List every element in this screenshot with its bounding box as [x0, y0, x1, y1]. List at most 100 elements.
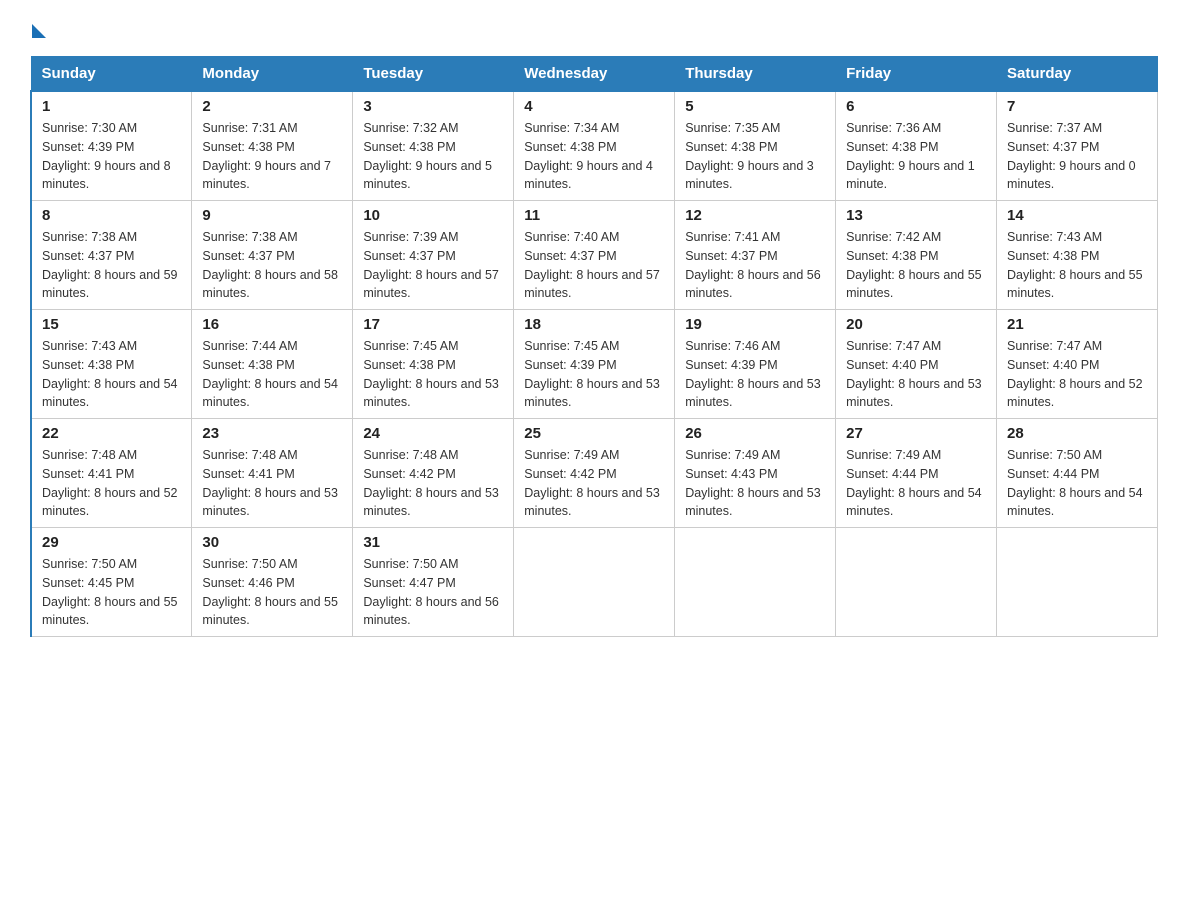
- day-number: 4: [524, 98, 664, 115]
- calendar-cell: 13 Sunrise: 7:42 AMSunset: 4:38 PMDaylig…: [836, 201, 997, 310]
- day-number: 1: [42, 98, 181, 115]
- day-number: 15: [42, 316, 181, 333]
- day-info: Sunrise: 7:48 AMSunset: 4:42 PMDaylight:…: [363, 448, 499, 518]
- calendar-cell: 20 Sunrise: 7:47 AMSunset: 4:40 PMDaylig…: [836, 310, 997, 419]
- calendar-cell: 12 Sunrise: 7:41 AMSunset: 4:37 PMDaylig…: [675, 201, 836, 310]
- day-info: Sunrise: 7:43 AMSunset: 4:38 PMDaylight:…: [1007, 230, 1143, 300]
- calendar-cell: 22 Sunrise: 7:48 AMSunset: 4:41 PMDaylig…: [31, 419, 192, 528]
- calendar-cell: 21 Sunrise: 7:47 AMSunset: 4:40 PMDaylig…: [997, 310, 1158, 419]
- day-number: 10: [363, 207, 503, 224]
- logo: [30, 20, 46, 38]
- calendar-cell: 26 Sunrise: 7:49 AMSunset: 4:43 PMDaylig…: [675, 419, 836, 528]
- calendar-cell: 11 Sunrise: 7:40 AMSunset: 4:37 PMDaylig…: [514, 201, 675, 310]
- day-info: Sunrise: 7:43 AMSunset: 4:38 PMDaylight:…: [42, 339, 178, 409]
- calendar-table: SundayMondayTuesdayWednesdayThursdayFrid…: [30, 56, 1158, 637]
- day-number: 14: [1007, 207, 1147, 224]
- calendar-cell: 2 Sunrise: 7:31 AMSunset: 4:38 PMDayligh…: [192, 91, 353, 201]
- day-number: 8: [42, 207, 181, 224]
- day-info: Sunrise: 7:38 AMSunset: 4:37 PMDaylight:…: [202, 230, 338, 300]
- day-info: Sunrise: 7:35 AMSunset: 4:38 PMDaylight:…: [685, 121, 814, 191]
- day-number: 7: [1007, 98, 1147, 115]
- day-number: 9: [202, 207, 342, 224]
- day-number: 26: [685, 425, 825, 442]
- day-number: 21: [1007, 316, 1147, 333]
- day-info: Sunrise: 7:45 AMSunset: 4:38 PMDaylight:…: [363, 339, 499, 409]
- day-number: 13: [846, 207, 986, 224]
- day-info: Sunrise: 7:37 AMSunset: 4:37 PMDaylight:…: [1007, 121, 1136, 191]
- day-info: Sunrise: 7:39 AMSunset: 4:37 PMDaylight:…: [363, 230, 499, 300]
- header-friday: Friday: [836, 57, 997, 92]
- day-number: 28: [1007, 425, 1147, 442]
- calendar-cell: 18 Sunrise: 7:45 AMSunset: 4:39 PMDaylig…: [514, 310, 675, 419]
- day-number: 6: [846, 98, 986, 115]
- day-number: 29: [42, 534, 181, 551]
- day-number: 22: [42, 425, 181, 442]
- header-thursday: Thursday: [675, 57, 836, 92]
- page-header: [30, 20, 1158, 38]
- day-number: 24: [363, 425, 503, 442]
- calendar-cell: [836, 528, 997, 637]
- logo-arrow-icon: [32, 24, 46, 38]
- calendar-cell: 19 Sunrise: 7:46 AMSunset: 4:39 PMDaylig…: [675, 310, 836, 419]
- day-info: Sunrise: 7:40 AMSunset: 4:37 PMDaylight:…: [524, 230, 660, 300]
- calendar-cell: 29 Sunrise: 7:50 AMSunset: 4:45 PMDaylig…: [31, 528, 192, 637]
- day-info: Sunrise: 7:45 AMSunset: 4:39 PMDaylight:…: [524, 339, 660, 409]
- day-info: Sunrise: 7:47 AMSunset: 4:40 PMDaylight:…: [846, 339, 982, 409]
- calendar-cell: 3 Sunrise: 7:32 AMSunset: 4:38 PMDayligh…: [353, 91, 514, 201]
- day-info: Sunrise: 7:49 AMSunset: 4:42 PMDaylight:…: [524, 448, 660, 518]
- calendar-cell: 7 Sunrise: 7:37 AMSunset: 4:37 PMDayligh…: [997, 91, 1158, 201]
- day-info: Sunrise: 7:50 AMSunset: 4:44 PMDaylight:…: [1007, 448, 1143, 518]
- calendar-week-1: 1 Sunrise: 7:30 AMSunset: 4:39 PMDayligh…: [31, 91, 1158, 201]
- day-info: Sunrise: 7:48 AMSunset: 4:41 PMDaylight:…: [42, 448, 178, 518]
- day-info: Sunrise: 7:42 AMSunset: 4:38 PMDaylight:…: [846, 230, 982, 300]
- day-number: 17: [363, 316, 503, 333]
- day-number: 30: [202, 534, 342, 551]
- day-number: 18: [524, 316, 664, 333]
- day-info: Sunrise: 7:48 AMSunset: 4:41 PMDaylight:…: [202, 448, 338, 518]
- calendar-cell: 14 Sunrise: 7:43 AMSunset: 4:38 PMDaylig…: [997, 201, 1158, 310]
- day-number: 12: [685, 207, 825, 224]
- day-info: Sunrise: 7:36 AMSunset: 4:38 PMDaylight:…: [846, 121, 975, 191]
- calendar-week-3: 15 Sunrise: 7:43 AMSunset: 4:38 PMDaylig…: [31, 310, 1158, 419]
- calendar-cell: 28 Sunrise: 7:50 AMSunset: 4:44 PMDaylig…: [997, 419, 1158, 528]
- header-wednesday: Wednesday: [514, 57, 675, 92]
- header-sunday: Sunday: [31, 57, 192, 92]
- calendar-cell: 24 Sunrise: 7:48 AMSunset: 4:42 PMDaylig…: [353, 419, 514, 528]
- day-info: Sunrise: 7:34 AMSunset: 4:38 PMDaylight:…: [524, 121, 653, 191]
- calendar-cell: [997, 528, 1158, 637]
- calendar-week-4: 22 Sunrise: 7:48 AMSunset: 4:41 PMDaylig…: [31, 419, 1158, 528]
- day-info: Sunrise: 7:38 AMSunset: 4:37 PMDaylight:…: [42, 230, 178, 300]
- calendar-week-2: 8 Sunrise: 7:38 AMSunset: 4:37 PMDayligh…: [31, 201, 1158, 310]
- day-info: Sunrise: 7:30 AMSunset: 4:39 PMDaylight:…: [42, 121, 171, 191]
- day-info: Sunrise: 7:46 AMSunset: 4:39 PMDaylight:…: [685, 339, 821, 409]
- day-number: 20: [846, 316, 986, 333]
- day-number: 3: [363, 98, 503, 115]
- calendar-week-5: 29 Sunrise: 7:50 AMSunset: 4:45 PMDaylig…: [31, 528, 1158, 637]
- calendar-cell: 25 Sunrise: 7:49 AMSunset: 4:42 PMDaylig…: [514, 419, 675, 528]
- day-number: 5: [685, 98, 825, 115]
- calendar-cell: 23 Sunrise: 7:48 AMSunset: 4:41 PMDaylig…: [192, 419, 353, 528]
- day-number: 19: [685, 316, 825, 333]
- calendar-cell: 15 Sunrise: 7:43 AMSunset: 4:38 PMDaylig…: [31, 310, 192, 419]
- day-number: 25: [524, 425, 664, 442]
- day-info: Sunrise: 7:41 AMSunset: 4:37 PMDaylight:…: [685, 230, 821, 300]
- calendar-cell: 16 Sunrise: 7:44 AMSunset: 4:38 PMDaylig…: [192, 310, 353, 419]
- calendar-cell: 9 Sunrise: 7:38 AMSunset: 4:37 PMDayligh…: [192, 201, 353, 310]
- calendar-cell: 4 Sunrise: 7:34 AMSunset: 4:38 PMDayligh…: [514, 91, 675, 201]
- day-info: Sunrise: 7:31 AMSunset: 4:38 PMDaylight:…: [202, 121, 331, 191]
- header-monday: Monday: [192, 57, 353, 92]
- day-number: 16: [202, 316, 342, 333]
- calendar-cell: 1 Sunrise: 7:30 AMSunset: 4:39 PMDayligh…: [31, 91, 192, 201]
- calendar-cell: [675, 528, 836, 637]
- day-info: Sunrise: 7:44 AMSunset: 4:38 PMDaylight:…: [202, 339, 338, 409]
- day-info: Sunrise: 7:50 AMSunset: 4:45 PMDaylight:…: [42, 557, 178, 627]
- calendar-cell: 27 Sunrise: 7:49 AMSunset: 4:44 PMDaylig…: [836, 419, 997, 528]
- day-info: Sunrise: 7:47 AMSunset: 4:40 PMDaylight:…: [1007, 339, 1143, 409]
- day-number: 23: [202, 425, 342, 442]
- day-number: 2: [202, 98, 342, 115]
- calendar-cell: 8 Sunrise: 7:38 AMSunset: 4:37 PMDayligh…: [31, 201, 192, 310]
- calendar-cell: 5 Sunrise: 7:35 AMSunset: 4:38 PMDayligh…: [675, 91, 836, 201]
- calendar-cell: 30 Sunrise: 7:50 AMSunset: 4:46 PMDaylig…: [192, 528, 353, 637]
- calendar-cell: 10 Sunrise: 7:39 AMSunset: 4:37 PMDaylig…: [353, 201, 514, 310]
- calendar-cell: 17 Sunrise: 7:45 AMSunset: 4:38 PMDaylig…: [353, 310, 514, 419]
